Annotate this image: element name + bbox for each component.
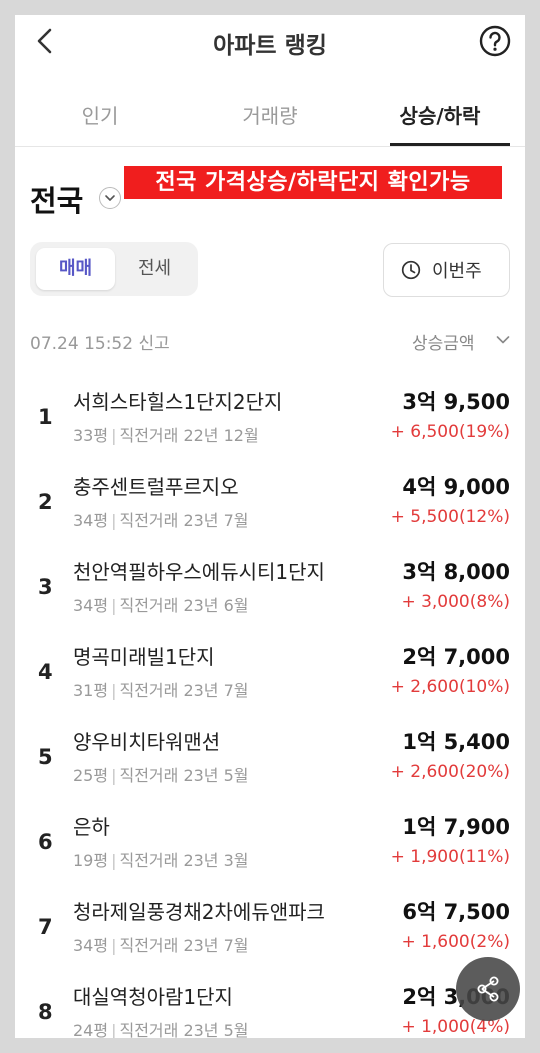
clock-icon (401, 260, 421, 280)
rank-number: 8 (38, 1000, 53, 1024)
apartment-name: 명곡미래빌1단지 (73, 645, 215, 669)
tab-rise-fall[interactable]: 상승/하락 (355, 100, 525, 145)
apartment-meta: 34평 | 직전거래 23년 6월 (73, 596, 249, 615)
apartment-name: 양우비치타워맨션 (73, 730, 221, 754)
rank-number: 1 (38, 405, 53, 429)
rank-number: 2 (38, 490, 53, 514)
price: 3억 9,500 (402, 390, 510, 414)
chevron-down-circle-icon[interactable] (99, 187, 121, 209)
apartment-size: 24평 (73, 1021, 109, 1038)
question-circle-icon[interactable] (479, 25, 511, 57)
apartment-meta: 24평 | 직전거래 23년 5월 (73, 1021, 249, 1038)
chevron-down-icon (496, 336, 510, 344)
rank-number: 6 (38, 830, 53, 854)
period-button[interactable]: 이번주 (383, 243, 510, 297)
apartment-size: 25평 (73, 766, 109, 785)
price-change: + 5,500(12%) (390, 507, 510, 527)
price-change: + 6,500(19%) (390, 422, 510, 442)
share-icon (477, 976, 499, 1002)
sort-label: 상승금액 (412, 334, 475, 354)
rank-number: 5 (38, 745, 53, 769)
price: 2억 7,000 (402, 645, 510, 669)
price: 4억 9,000 (402, 475, 510, 499)
list-item[interactable]: 1 서희스타힐스1단지2단지 33평 | 직전거래 22년 12월 3억 9,500… (15, 381, 525, 466)
price: 3억 8,000 (402, 560, 510, 584)
price-change: + 1,900(11%) (390, 847, 510, 867)
list-item[interactable]: 3 천안역필하우스에듀시티1단지 34평 | 직전거래 23년 6월 3억 8,00… (15, 551, 525, 636)
ranking-tabs: 인기 거래량 상승/하락 (15, 85, 525, 147)
list-item[interactable]: 6 은하 19평 | 직전거래 23년 3월 1억 7,900 + 1,900(11… (15, 806, 525, 891)
apartment-size: 34평 (73, 511, 109, 530)
deal-type-toggle: 매매 전세 (30, 242, 198, 296)
sort-dropdown[interactable]: 상승금액 (412, 329, 512, 355)
price: 1억 7,900 (402, 815, 510, 839)
list-item[interactable]: 8 대실역청아람1단지 24평|직전거래 23년 5월 2억 3,000 + 1… (15, 976, 525, 1038)
deal-type-sale[interactable]: 매매 (36, 248, 115, 290)
apartment-size: 31평 (73, 681, 109, 700)
apartment-name: 천안역필하우스에듀시티1단지 (73, 560, 325, 584)
apartment-size: 34평 (73, 936, 109, 955)
list-item[interactable]: 7 청라제일풍경채2차에듀앤파크 34평 | 직전거래 23년 7월 6억 7,50… (15, 891, 525, 976)
region-selector[interactable]: 전국 (30, 178, 83, 220)
list-item[interactable]: 5 양우비치타워맨션 25평 | 직전거래 23년 5월 1억 5,400 + 2,… (15, 721, 525, 806)
price: 6억 7,500 (402, 900, 510, 924)
apartment-name: 충주센트럴푸르지오 (73, 475, 239, 499)
apartment-name: 청라제일풍경채2차에듀앤파크 (73, 900, 325, 924)
period-label: 이번주 (432, 261, 482, 282)
apartment-size: 19평 (73, 851, 109, 870)
apartment-size: 34평 (73, 596, 109, 615)
price: 1억 5,400 (402, 730, 510, 754)
last-trade: 직전거래 23년 5월 (119, 1021, 249, 1038)
list-item[interactable]: 2 충주센트럴푸르지오 34평 | 직전거래 23년 7월 4억 9,000 + 5… (15, 466, 525, 551)
last-trade: 직전거래 23년 7월 (119, 681, 249, 700)
apartment-name: 서희스타힐스1단지2단지 (73, 390, 283, 414)
app-screen: 아파트 랭킹 인기 거래량 상승/하락 전국 전국 가격상승/하락단지 확인가능… (15, 15, 525, 1038)
last-trade: 직전거래 22년 12월 (119, 426, 259, 445)
last-trade: 직전거래 23년 5월 (119, 766, 249, 785)
price-change: + 1,600(2%) (401, 932, 510, 952)
apartment-size: 33평 (73, 426, 109, 445)
last-trade: 직전거래 23년 6월 (119, 596, 249, 615)
apartment-meta: 34평 | 직전거래 23년 7월 (73, 936, 249, 955)
apartment-name: 대실역청아람1단지 (73, 985, 233, 1009)
page-title: 아파트 랭킹 (213, 33, 327, 59)
last-trade: 직전거래 23년 7월 (119, 936, 249, 955)
share-button[interactable] (456, 957, 520, 1021)
info-banner: 전국 가격상승/하락단지 확인가능 (124, 166, 502, 199)
apartment-name: 은하 (73, 815, 110, 839)
list-item[interactable]: 4 명곡미래빌1단지 31평 | 직전거래 23년 7월 2억 7,000 + 2,… (15, 636, 525, 721)
apartment-meta: 25평 | 직전거래 23년 5월 (73, 766, 249, 785)
last-trade: 직전거래 23년 3월 (119, 851, 249, 870)
apartment-meta: 33평 | 직전거래 22년 12월 (73, 426, 259, 445)
top-bar: 아파트 랭킹 (15, 15, 525, 70)
last-trade: 직전거래 23년 7월 (119, 511, 249, 530)
deal-type-jeonse[interactable]: 전세 (117, 248, 192, 290)
price-change: + 2,600(20%) (390, 762, 510, 782)
apartment-meta: 34평 | 직전거래 23년 7월 (73, 511, 249, 530)
active-tab-indicator (390, 143, 510, 146)
price-change: + 3,000(8%) (401, 592, 510, 612)
rank-number: 4 (38, 660, 53, 684)
apartment-meta: 31평 | 직전거래 23년 7월 (73, 681, 249, 700)
tab-popular[interactable]: 인기 (15, 100, 185, 145)
report-timestamp: 07.24 15:52 신고 (30, 334, 170, 354)
rank-number: 7 (38, 915, 53, 939)
apartment-meta: 19평 | 직전거래 23년 3월 (73, 851, 249, 870)
price-change: + 2,600(10%) (390, 677, 510, 697)
rank-number: 3 (38, 575, 53, 599)
tab-volume[interactable]: 거래량 (185, 100, 355, 145)
